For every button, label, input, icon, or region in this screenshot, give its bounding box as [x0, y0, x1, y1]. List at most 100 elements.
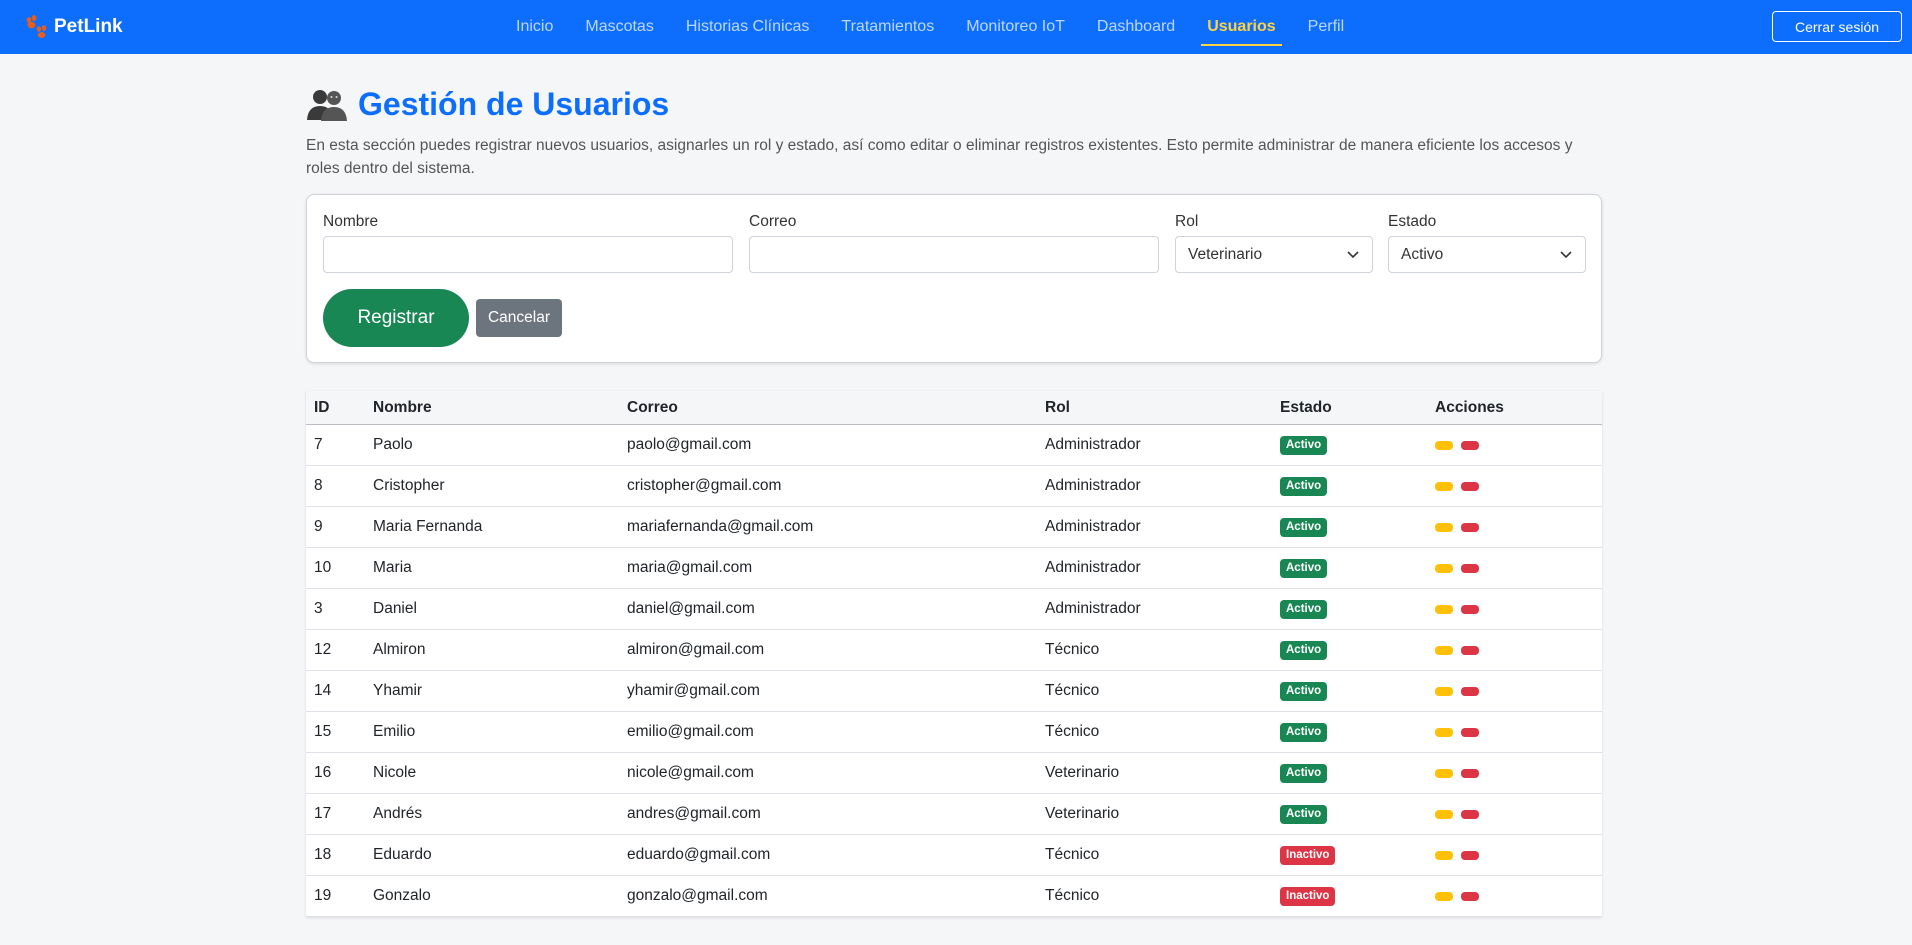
cell-correo: gonzalo@gmail.com — [627, 887, 768, 904]
cell-acciones — [1435, 686, 1602, 696]
nav-mascotas[interactable]: Mascotas — [585, 0, 653, 54]
nav-historias-clinicas[interactable]: Historias Clínicas — [686, 0, 810, 54]
edit-button[interactable] — [1435, 850, 1453, 860]
delete-button[interactable] — [1461, 727, 1479, 737]
delete-button[interactable] — [1461, 891, 1479, 901]
edit-button[interactable] — [1435, 440, 1453, 450]
cell-nombre: Cristopher — [373, 477, 445, 494]
cell-acciones — [1435, 440, 1602, 450]
status-badge: Inactivo — [1280, 887, 1336, 906]
delete-button[interactable] — [1461, 850, 1479, 860]
header-correo: Correo — [627, 398, 678, 416]
cell-rol: Técnico — [1045, 641, 1100, 658]
edit-button[interactable] — [1435, 809, 1453, 819]
cell-acciones — [1435, 481, 1602, 491]
edit-button[interactable] — [1435, 645, 1453, 655]
table-row: 3 Daniel daniel@gmail.com Administrador Acti… — [306, 589, 1602, 630]
page-header: Gestión de Usuarios — [306, 82, 1602, 126]
cell-correo: cristopher@gmail.com — [627, 477, 782, 494]
nav-tratamientos[interactable]: Tratamientos — [841, 0, 934, 54]
cell-estado: Activo — [1280, 558, 1435, 578]
edit-button[interactable] — [1435, 768, 1453, 778]
nav-inicio[interactable]: Inicio — [516, 0, 553, 54]
delete-button[interactable] — [1461, 809, 1479, 819]
cell-acciones — [1435, 563, 1602, 573]
main-content: Gestión de Usuarios En esta sección pued… — [306, 54, 1602, 917]
cell-acciones — [1435, 891, 1602, 901]
delete-button[interactable] — [1461, 604, 1479, 614]
header-acciones: Acciones — [1435, 398, 1504, 416]
nav-monitoreo-iot[interactable]: Monitoreo IoT — [966, 0, 1065, 54]
role-select[interactable]: Veterinario — [1175, 236, 1373, 273]
delete-button[interactable] — [1461, 440, 1479, 450]
status-badge: Activo — [1280, 682, 1328, 701]
cell-correo: almiron@gmail.com — [627, 641, 765, 658]
users-icon — [306, 86, 348, 122]
cell-rol: Administrador — [1045, 477, 1141, 494]
cell-id: 10 — [314, 559, 332, 576]
delete-button[interactable] — [1461, 481, 1479, 491]
cell-id: 19 — [314, 887, 332, 904]
logout-button[interactable]: Cerrar sesión — [1772, 11, 1902, 42]
nav-usuarios[interactable]: Usuarios — [1201, 0, 1283, 54]
status-badge: Activo — [1280, 518, 1328, 537]
status-badge: Activo — [1280, 805, 1328, 824]
cell-nombre: Nicole — [373, 764, 417, 781]
cell-rol: Técnico — [1045, 846, 1100, 863]
delete-button[interactable] — [1461, 686, 1479, 696]
cell-id: 14 — [314, 682, 332, 699]
cell-estado: Activo — [1280, 435, 1435, 455]
nav-dashboard[interactable]: Dashboard — [1097, 0, 1175, 54]
cell-rol: Veterinario — [1045, 805, 1120, 822]
delete-button[interactable] — [1461, 522, 1479, 532]
edit-button[interactable] — [1435, 604, 1453, 614]
cell-acciones — [1435, 850, 1602, 860]
table-row: 19 Gonzalo gonzalo@gmail.com Técnico Inactiv… — [306, 876, 1602, 917]
cancel-button[interactable]: Cancelar — [476, 299, 562, 337]
brand-name: PetLink — [54, 16, 123, 37]
cell-rol: Administrador — [1045, 559, 1141, 576]
name-input[interactable] — [323, 236, 733, 273]
cell-acciones — [1435, 522, 1602, 532]
chevron-down-icon — [1347, 251, 1359, 259]
email-input[interactable] — [749, 236, 1159, 273]
delete-button[interactable] — [1461, 768, 1479, 778]
edit-button[interactable] — [1435, 563, 1453, 573]
delete-button[interactable] — [1461, 563, 1479, 573]
edit-button[interactable] — [1435, 727, 1453, 737]
table-row: 16 Nicole nicole@gmail.com Veterinario Activ… — [306, 753, 1602, 794]
table-row: 9 Maria Fernanda mariafernanda@gmail.com Ad… — [306, 507, 1602, 548]
name-field-group: Nombre — [323, 213, 733, 273]
cell-estado: Activo — [1280, 681, 1435, 701]
table-row: 18 Eduardo eduardo@gmail.com Técnico Inactiv… — [306, 835, 1602, 876]
edit-button[interactable] — [1435, 686, 1453, 696]
edit-button[interactable] — [1435, 522, 1453, 532]
nav-perfil[interactable]: Perfil — [1308, 0, 1344, 54]
name-label: Nombre — [323, 213, 379, 230]
cell-correo: eduardo@gmail.com — [627, 846, 771, 863]
top-navbar: PetLink Inicio Mascotas Historias Clínic… — [0, 0, 1912, 54]
cell-acciones — [1435, 604, 1602, 614]
status-badge: Activo — [1280, 764, 1328, 783]
cell-id: 17 — [314, 805, 332, 822]
cell-acciones — [1435, 768, 1602, 778]
cell-nombre: Gonzalo — [373, 887, 431, 904]
status-select[interactable]: Activo — [1388, 236, 1586, 273]
cell-estado: Activo — [1280, 640, 1435, 660]
edit-button[interactable] — [1435, 481, 1453, 491]
status-badge: Activo — [1280, 559, 1328, 578]
edit-button[interactable] — [1435, 891, 1453, 901]
chevron-down-icon — [1560, 251, 1572, 259]
brand-logo[interactable]: PetLink — [22, 0, 123, 54]
cell-correo: yhamir@gmail.com — [627, 682, 760, 699]
register-button[interactable]: Registrar — [323, 289, 469, 347]
header-rol: Rol — [1045, 398, 1070, 416]
delete-button[interactable] — [1461, 645, 1479, 655]
table-row: 8 Cristopher cristopher@gmail.com Administr… — [306, 466, 1602, 507]
page-title: Gestión de Usuarios — [358, 85, 670, 122]
cell-estado: Activo — [1280, 517, 1435, 537]
cell-id: 16 — [314, 764, 332, 781]
role-select-value: Veterinario — [1188, 245, 1263, 263]
cell-nombre: Emilio — [373, 723, 416, 740]
cell-acciones — [1435, 809, 1602, 819]
